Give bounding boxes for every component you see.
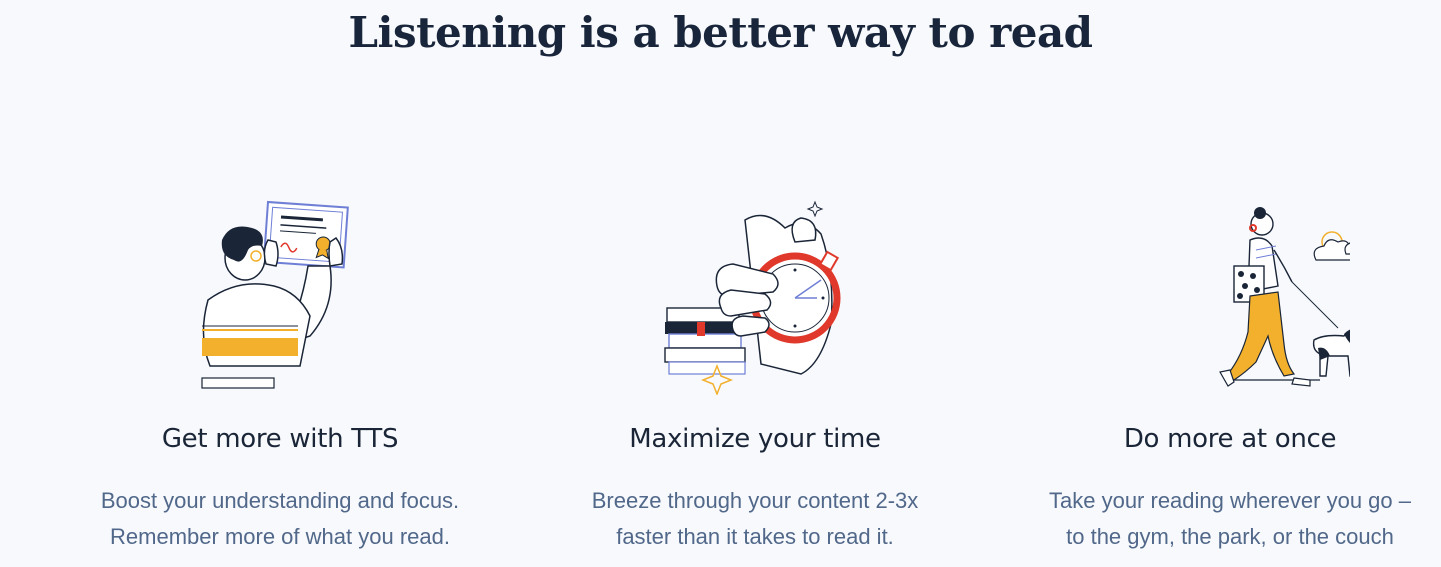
section-heading: Listening is a better way to read: [348, 8, 1093, 57]
stopwatch-illustration-icon: [664, 200, 841, 395]
feature-description-line: Boost your understanding and focus.: [100, 488, 460, 513]
dog-walk-illustration-icon: [1219, 207, 1350, 387]
feature-description-line: to the gym, the park, or the couch: [1066, 524, 1394, 549]
feature-description: Boost your understanding and focus. Reme…: [40, 483, 520, 555]
feature-title: Do more at once: [1123, 424, 1337, 454]
feature-description-line: Take your reading wherever you go –: [1049, 488, 1411, 513]
feature-description-line: Remember more of what you read.: [110, 524, 450, 549]
certificate-illustration-icon: [201, 200, 349, 389]
feature-title: Get more with TTS: [161, 424, 399, 454]
feature-description-line: Breeze through your content 2-3x: [591, 488, 919, 513]
feature-description: Take your reading wherever you go – to t…: [990, 483, 1441, 555]
feature-description: Breeze through your content 2-3x faster …: [515, 483, 995, 555]
feature-card-time: Maximize your time Breeze through your c…: [515, 180, 995, 549]
feature-title: Maximize your time: [629, 424, 881, 454]
feature-card-multitask: Do more at once Take your reading wherev…: [990, 180, 1441, 549]
feature-description-line: faster than it takes to read it.: [616, 524, 894, 549]
feature-card-tts: Get more with TTS Boost your understandi…: [40, 180, 520, 549]
